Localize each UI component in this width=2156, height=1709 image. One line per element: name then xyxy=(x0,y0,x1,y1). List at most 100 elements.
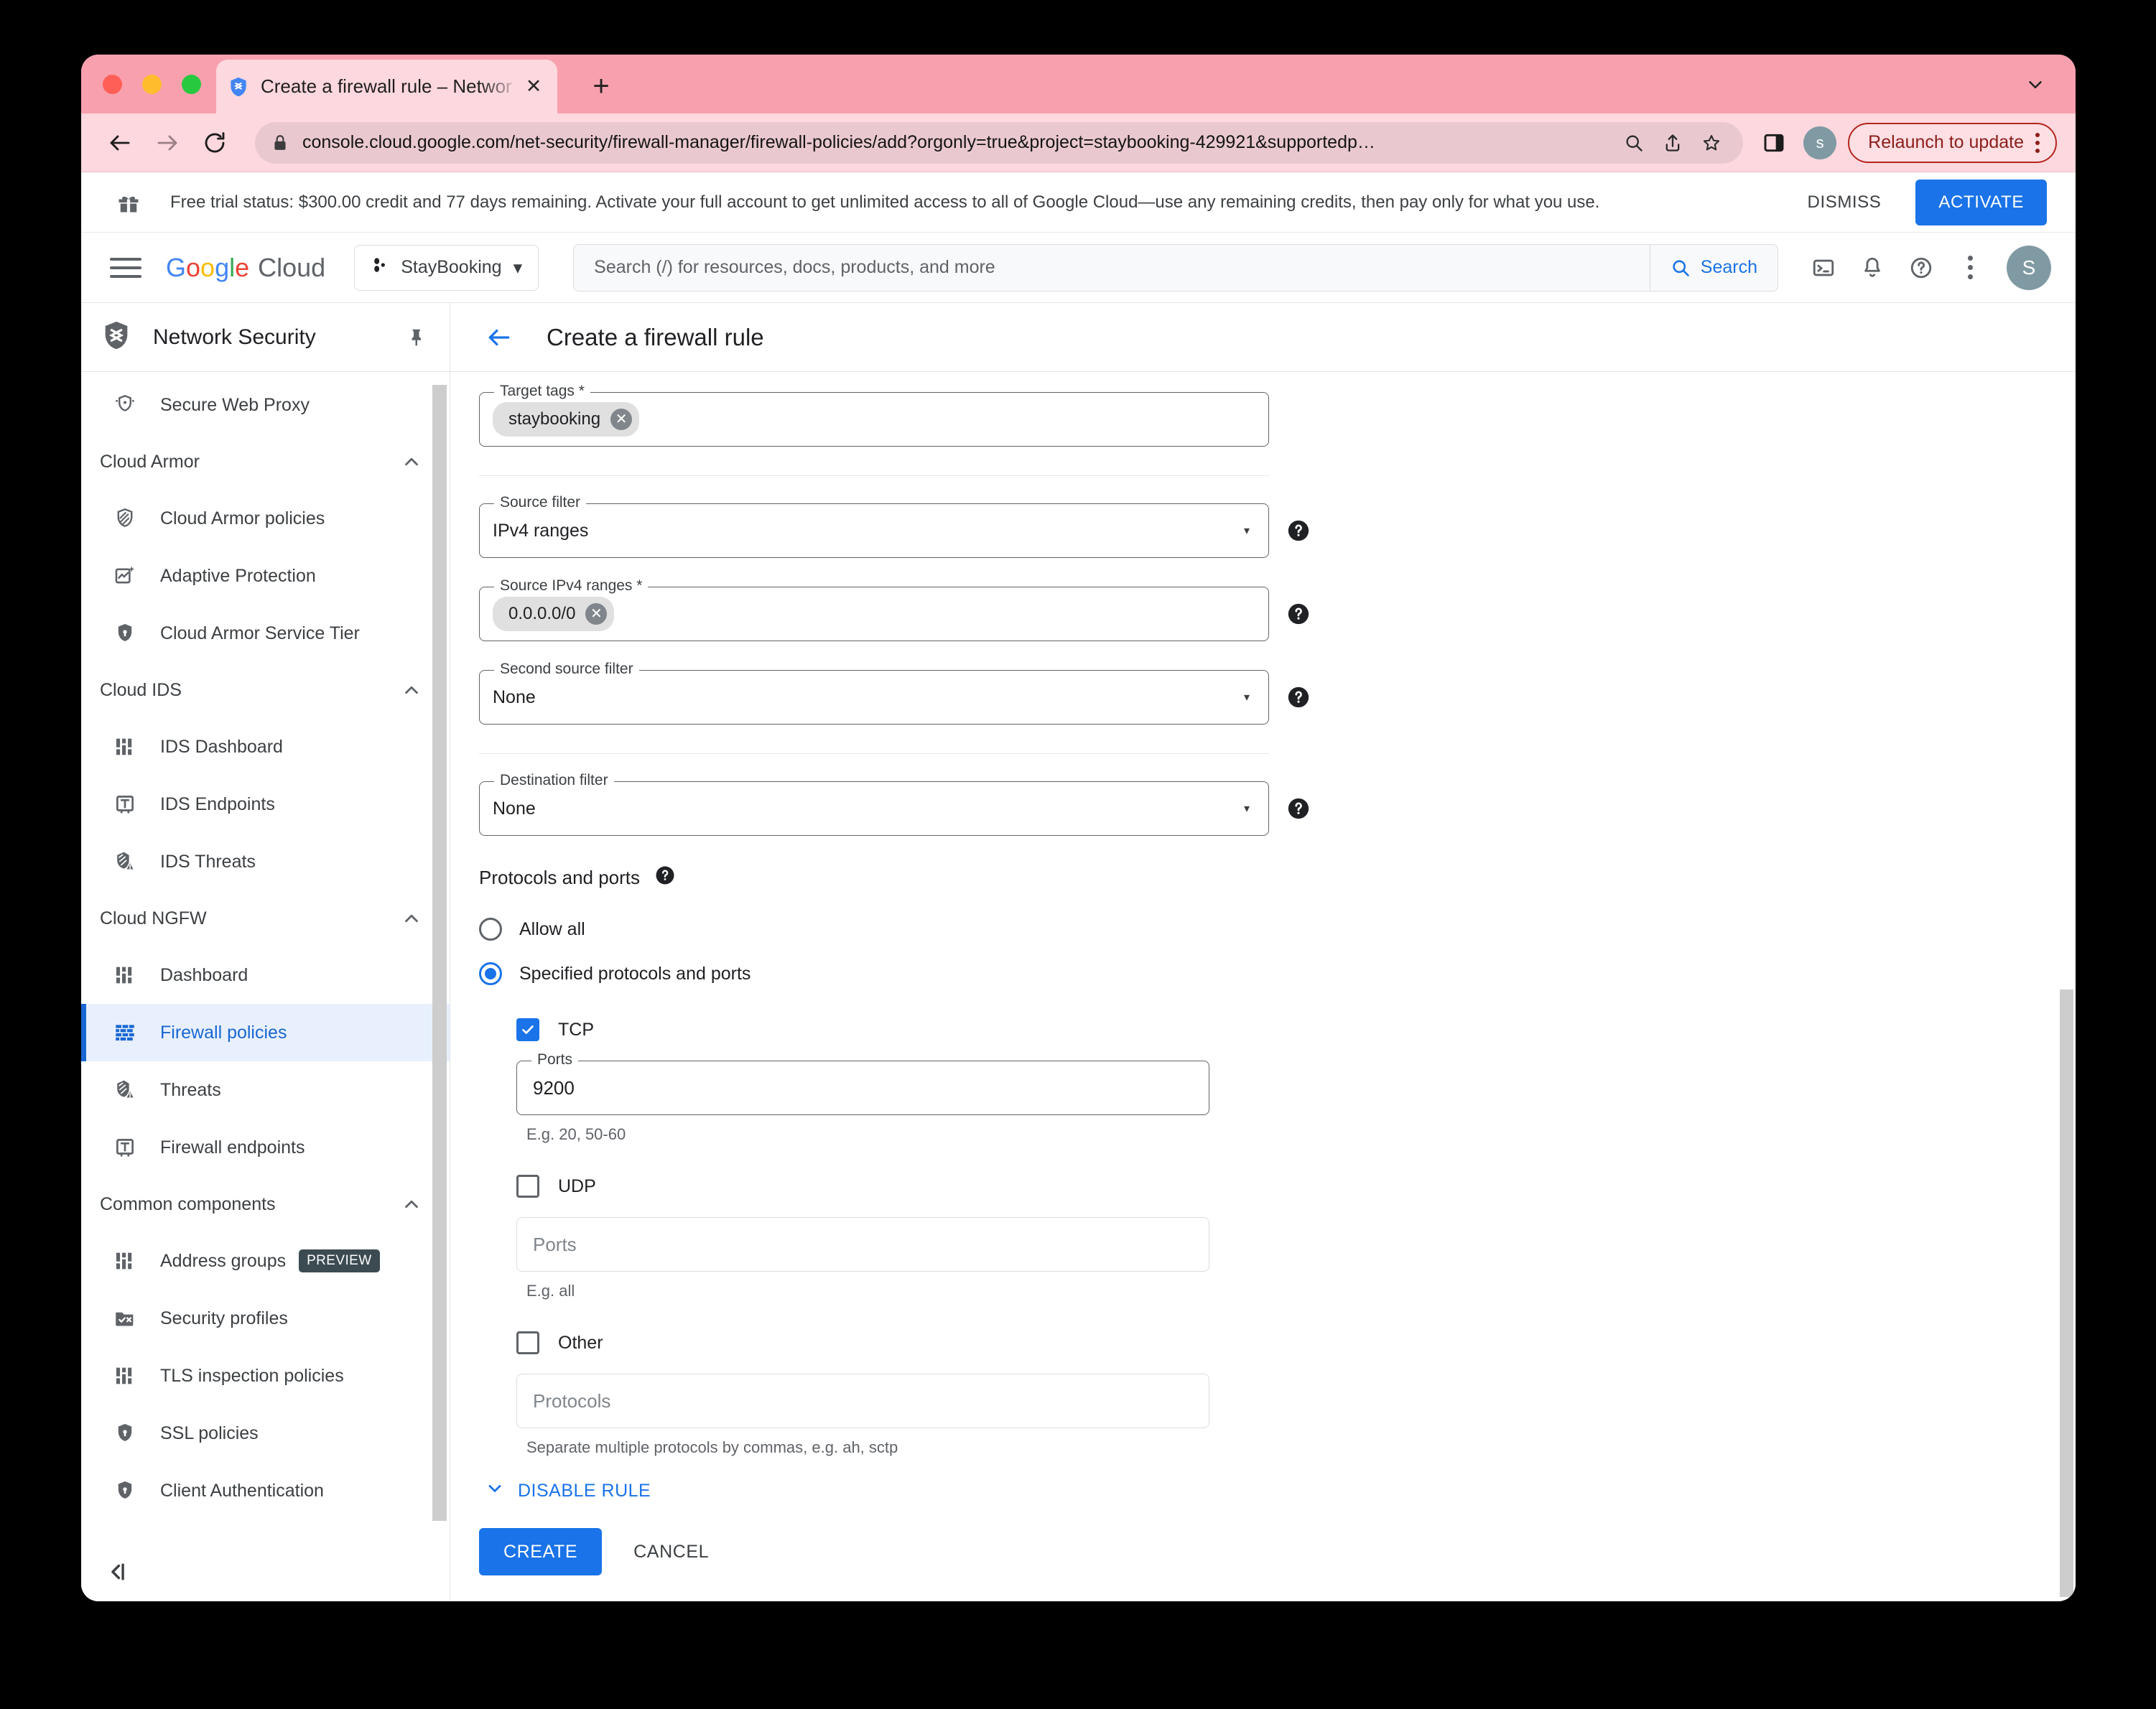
project-picker[interactable]: StayBooking ▾ xyxy=(354,245,539,291)
search-input[interactable] xyxy=(574,257,1650,278)
chevron-up-icon[interactable] xyxy=(401,908,422,929)
disable-rule-toggle[interactable]: DISABLE RULE xyxy=(485,1479,1269,1504)
source-ipv4-chip[interactable]: 0.0.0.0/0 ✕ xyxy=(493,597,614,631)
sidebar-item-ids-dashboard[interactable]: IDS Dashboard xyxy=(81,718,450,776)
search-icon[interactable] xyxy=(1618,127,1650,159)
sidebar-item-adaptive-protection[interactable]: Adaptive Protection xyxy=(81,547,450,605)
radio-specified-protocols-icon[interactable] xyxy=(479,962,502,985)
sidebar-item-cloud-armor-policies[interactable]: Cloud Armor policies xyxy=(81,490,450,547)
other-checkbox-row[interactable]: Other xyxy=(516,1322,1269,1364)
minimize-window-button[interactable] xyxy=(142,75,162,94)
sidebar-group-common-components[interactable]: Common components xyxy=(81,1176,450,1232)
relaunch-to-update-button[interactable]: Relaunch to update xyxy=(1848,123,2057,163)
help-icon[interactable] xyxy=(1284,600,1313,628)
help-icon[interactable] xyxy=(654,865,676,891)
sidebar-item-ssl-policies[interactable]: SSL policies xyxy=(81,1405,450,1462)
chevron-up-icon[interactable] xyxy=(401,679,422,701)
sidebar-group-cloud-ngfw[interactable]: Cloud NGFW xyxy=(81,890,450,946)
udp-checkbox-icon[interactable] xyxy=(516,1175,539,1198)
target-tag-chip[interactable]: staybooking ✕ xyxy=(493,402,639,437)
tcp-ports-field[interactable]: Ports xyxy=(516,1061,1209,1115)
help-icon[interactable] xyxy=(1284,794,1313,823)
other-checkbox-icon[interactable] xyxy=(516,1331,539,1354)
collapse-sidebar-button[interactable] xyxy=(81,1542,450,1601)
other-protocols-input[interactable] xyxy=(533,1390,1193,1412)
console-search[interactable]: Search xyxy=(573,244,1778,292)
sidebar-item-firewall-endpoints[interactable]: Firewall endpoints xyxy=(81,1119,450,1176)
share-icon[interactable] xyxy=(1657,127,1688,159)
chevron-down-icon[interactable]: ▾ xyxy=(1244,523,1250,538)
user-avatar[interactable]: S xyxy=(2007,246,2051,290)
tcp-checkbox-icon[interactable] xyxy=(516,1018,539,1041)
chevron-down-icon[interactable]: ▾ xyxy=(1244,801,1250,816)
search-button[interactable]: Search xyxy=(1650,245,1778,291)
back-button[interactable] xyxy=(100,123,140,163)
content-scrollbar-thumb[interactable] xyxy=(2060,989,2073,1597)
chrome-menu-kebab-icon[interactable] xyxy=(2035,133,2040,153)
sidebar-scrollbar-thumb[interactable] xyxy=(432,385,447,1521)
notifications-bell-icon[interactable] xyxy=(1851,247,1893,289)
help-icon[interactable] xyxy=(1284,683,1313,712)
udp-ports-field[interactable] xyxy=(516,1217,1209,1272)
tcp-checkbox-row[interactable]: TCP xyxy=(516,1009,1269,1051)
source-filter-select[interactable]: Source filter IPv4 ranges ▾ xyxy=(479,503,1269,558)
reload-button[interactable] xyxy=(195,123,235,163)
chevron-up-icon[interactable] xyxy=(401,1193,422,1215)
close-window-button[interactable] xyxy=(103,75,122,94)
sidebar-item-secure-web-proxy[interactable]: Secure Web Proxy xyxy=(81,376,450,434)
udp-label: UDP xyxy=(558,1176,596,1197)
target-tags-field[interactable]: Target tags * staybooking ✕ xyxy=(479,392,1269,447)
sidebar-item-dashboard[interactable]: Dashboard xyxy=(81,946,450,1004)
activate-button[interactable]: ACTIVATE xyxy=(1915,180,2047,225)
udp-checkbox-row[interactable]: UDP xyxy=(516,1165,1269,1207)
second-source-filter-select[interactable]: Second source filter None ▾ xyxy=(479,670,1269,725)
sidebar-item-tls-inspection-policies[interactable]: TLS inspection policies xyxy=(81,1347,450,1405)
sidebar-item-ids-endpoints[interactable]: IDS Endpoints xyxy=(81,776,450,833)
sidebar-group-cloud-armor[interactable]: Cloud Armor xyxy=(81,434,450,490)
back-arrow-icon[interactable] xyxy=(479,317,519,358)
address-bar[interactable]: console.cloud.google.com/net-security/fi… xyxy=(255,122,1743,164)
sidebar-item-cloud-armor-service-tier[interactable]: Cloud Armor Service Tier xyxy=(81,605,450,662)
chevron-down-icon[interactable]: ▾ xyxy=(1244,690,1250,704)
close-tab-button[interactable]: ✕ xyxy=(520,73,547,101)
navigation-menu-icon[interactable] xyxy=(106,248,146,288)
dismiss-button[interactable]: DISMISS xyxy=(1789,181,1900,224)
sidebar-item-address-groups[interactable]: Address groupsPREVIEW xyxy=(81,1232,450,1290)
side-panel-icon[interactable] xyxy=(1756,125,1792,161)
sidebar-item-security-profiles[interactable]: Security profiles xyxy=(81,1290,450,1347)
content-scrollbar[interactable] xyxy=(2060,372,2076,1601)
radio-allow-all[interactable]: Allow all xyxy=(479,907,1269,951)
sidebar-scrollbar[interactable] xyxy=(432,372,450,1542)
tab-list-chevron-down-icon[interactable] xyxy=(2021,70,2050,99)
chevron-up-icon[interactable] xyxy=(401,451,422,472)
browser-tab[interactable]: Create a firewall rule – Networ ✕ xyxy=(216,60,557,113)
radio-specified-protocols[interactable]: Specified protocols and ports xyxy=(479,951,1269,996)
sidebar-item-threats[interactable]: Threats xyxy=(81,1061,450,1119)
forward-button[interactable] xyxy=(147,123,187,163)
udp-ports-input[interactable] xyxy=(533,1234,1193,1256)
new-tab-button[interactable]: + xyxy=(584,69,618,103)
other-protocols-field[interactable] xyxy=(516,1374,1209,1428)
sidebar-item-firewall-policies[interactable]: Firewall policies xyxy=(81,1004,450,1061)
google-cloud-logo[interactable]: GoogleCloud xyxy=(166,253,325,283)
more-options-kebab-icon[interactable] xyxy=(1949,247,1991,289)
destination-filter-select[interactable]: Destination filter None ▾ xyxy=(479,781,1269,836)
source-ipv4-ranges-field[interactable]: Source IPv4 ranges * 0.0.0.0/0 ✕ xyxy=(479,587,1269,641)
window-traffic-lights xyxy=(103,75,201,94)
bookmark-star-icon[interactable] xyxy=(1696,127,1727,159)
radio-allow-all-icon[interactable] xyxy=(479,918,502,941)
browser-profile-avatar[interactable]: s xyxy=(1803,126,1836,159)
maximize-window-button[interactable] xyxy=(182,75,201,94)
remove-chip-icon[interactable]: ✕ xyxy=(610,409,632,430)
cancel-button[interactable]: CANCEL xyxy=(612,1528,730,1575)
create-button[interactable]: CREATE xyxy=(479,1528,602,1575)
help-question-icon[interactable] xyxy=(1900,247,1942,289)
help-icon[interactable] xyxy=(1284,516,1313,545)
tcp-ports-input[interactable] xyxy=(533,1077,1193,1099)
remove-chip-icon[interactable]: ✕ xyxy=(585,603,607,625)
sidebar-item-ids-threats[interactable]: IDS Threats xyxy=(81,833,450,890)
cloud-shell-icon[interactable] xyxy=(1803,247,1844,289)
sidebar-item-client-authentication[interactable]: Client Authentication xyxy=(81,1462,450,1519)
pin-icon[interactable] xyxy=(401,321,434,354)
sidebar-group-cloud-ids[interactable]: Cloud IDS xyxy=(81,662,450,718)
